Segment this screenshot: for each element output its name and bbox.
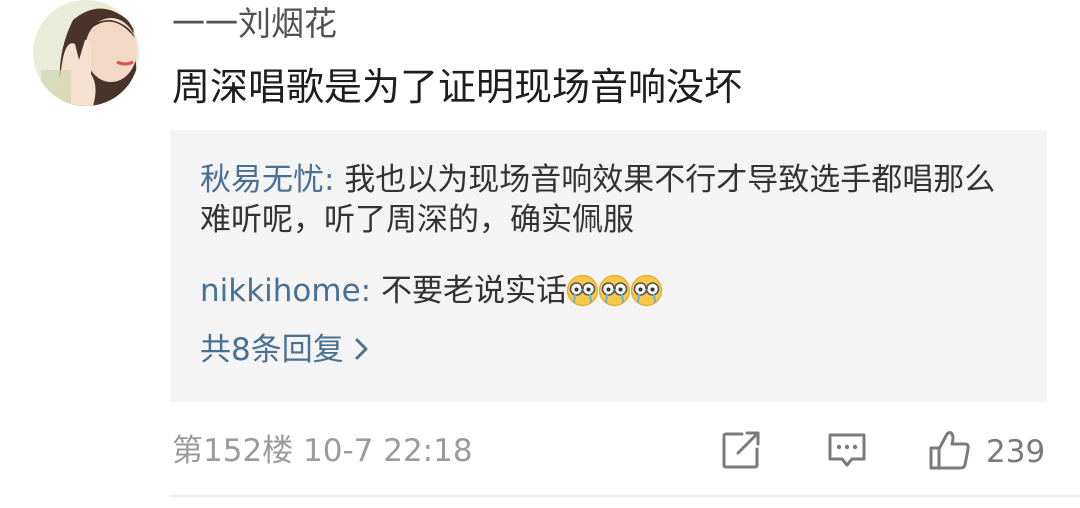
reply-item[interactable]: nikkihome: 不要老说实话 (200, 271, 663, 311)
chevron-right-icon (354, 332, 370, 372)
share-button[interactable] (720, 430, 762, 474)
reply-text: 不要老说实话 (380, 273, 567, 309)
like-count: 239 (986, 434, 1046, 470)
reply-separator: : (360, 273, 381, 309)
crying-glasses-emoji-icon (630, 274, 663, 307)
more-replies-label: 共8条回复 (200, 332, 344, 368)
share-icon (720, 429, 762, 475)
crying-glasses-emoji-icon (598, 274, 631, 307)
reply-box[interactable]: 秋易无忧: 我也以为现场音响效果不行才导致选手都唱那么难听呢，听了周深的，确实佩… (170, 130, 1047, 402)
reply-separator: : (324, 162, 345, 198)
avatar-image (33, 0, 139, 106)
comment-meta: 第152楼 10-7 22:18 (172, 433, 473, 469)
reply-username[interactable]: 秋易无忧 (200, 162, 324, 198)
reply-username[interactable]: nikkihome (200, 273, 361, 309)
comment-button[interactable] (826, 430, 868, 474)
divider (170, 495, 1080, 497)
thumbs-up-icon (928, 428, 972, 476)
more-replies-link[interactable]: 共8条回复 (200, 330, 370, 372)
comment-username[interactable]: 一一刘烟花 (172, 2, 337, 46)
avatar[interactable] (33, 0, 139, 106)
crying-glasses-emoji-icon (566, 274, 599, 307)
like-button[interactable]: 239 (928, 430, 1045, 474)
reply-item[interactable]: 秋易无忧: 我也以为现场音响效果不行才导致选手都唱那么难听呢，听了周深的，确实佩… (200, 160, 1020, 240)
comment-text: 周深唱歌是为了证明现场音响没坏 (172, 65, 743, 109)
comment-icon (826, 429, 868, 475)
